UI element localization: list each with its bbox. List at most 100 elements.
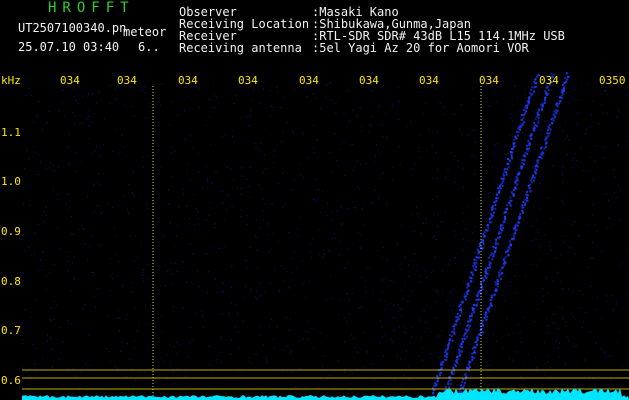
- noise-dot: [205, 219, 207, 221]
- noise-dot: [420, 336, 422, 338]
- noise-dot: [542, 300, 544, 302]
- noise-dot: [45, 214, 47, 216]
- echo-dot: [481, 247, 484, 250]
- noise-dot: [420, 281, 422, 283]
- noise-dot: [352, 201, 354, 203]
- noise-dot: [391, 341, 393, 343]
- noise-dot: [561, 200, 563, 202]
- echo-dot: [506, 207, 508, 210]
- noise-dot: [174, 382, 176, 384]
- noise-dot: [316, 139, 318, 141]
- noise-dot: [626, 248, 628, 250]
- noise-dot: [587, 224, 589, 226]
- echo-dot: [536, 161, 539, 164]
- noise-dot: [203, 385, 205, 387]
- noise-dot: [208, 345, 210, 347]
- echo-dot: [481, 331, 484, 334]
- noise-dot: [256, 290, 258, 292]
- noise-dot: [514, 85, 516, 87]
- noise-dot: [349, 90, 350, 92]
- noise-dot: [271, 319, 273, 321]
- noise-dot: [338, 254, 340, 256]
- noise-dot: [125, 106, 127, 107]
- echo-dot: [498, 273, 501, 276]
- noise-dot: [104, 118, 106, 120]
- noise-dot: [547, 325, 549, 327]
- noise-dot: [488, 105, 490, 107]
- noise-dot: [227, 194, 229, 196]
- noise-dot: [502, 295, 504, 297]
- noise-dot: [448, 319, 450, 321]
- noise-dot: [84, 243, 86, 245]
- echo-dot: [562, 83, 564, 86]
- spectrogram-plot[interactable]: 034 034 034 034 034 034 034 034 034 0350: [22, 72, 629, 400]
- noise-dot: [565, 321, 567, 323]
- noise-dot: [469, 330, 471, 332]
- noise-dot: [88, 115, 90, 117]
- noise-dot: [403, 374, 405, 376]
- echo-dot: [525, 144, 528, 147]
- echo-dot: [522, 201, 525, 204]
- noise-dot: [436, 239, 437, 241]
- echo-dot: [531, 92, 534, 95]
- echo-dot: [555, 102, 558, 105]
- noise-dot: [493, 153, 495, 154]
- noise-dot: [374, 190, 376, 191]
- echo-dot: [516, 221, 519, 224]
- noise-dot: [61, 101, 63, 103]
- noise-dot: [197, 218, 199, 219]
- noise-dot: [94, 306, 96, 308]
- noise-dot: [454, 155, 456, 157]
- noise-dot: [82, 122, 83, 124]
- noise-dot: [447, 310, 449, 312]
- noise-dot: [405, 327, 407, 329]
- noise-dot: [84, 304, 86, 306]
- noise-dot: [172, 306, 174, 308]
- noise-dot: [536, 367, 538, 369]
- noise-dot: [254, 143, 256, 145]
- noise-dot: [70, 290, 72, 292]
- noise-dot: [206, 292, 208, 294]
- noise-dot: [331, 171, 333, 173]
- noise-dot: [411, 290, 413, 292]
- type-label: meteor: [123, 25, 167, 39]
- noise-dot: [143, 280, 145, 282]
- noise-dot: [114, 228, 116, 230]
- noise-dot: [419, 319, 421, 321]
- echo-dot: [533, 176, 536, 179]
- noise-dot: [92, 92, 94, 94]
- echo-dot: [543, 99, 546, 102]
- echo-dot: [494, 246, 497, 249]
- noise-dot: [189, 243, 191, 245]
- echo-dot: [495, 288, 498, 291]
- noise-dot: [309, 252, 311, 254]
- noise-dot: [246, 224, 248, 226]
- noise-dot: [53, 319, 55, 320]
- noise-dot: [516, 351, 518, 353]
- time-tick-label: 034: [238, 74, 258, 87]
- echo-dot: [519, 128, 521, 131]
- noise-dot: [228, 313, 230, 315]
- noise-dot: [515, 117, 517, 119]
- noise-dot: [612, 309, 614, 311]
- noise-dot: [310, 257, 312, 259]
- noise-dot: [578, 99, 580, 101]
- noise-dot: [490, 240, 492, 241]
- echo-dot: [489, 253, 492, 256]
- filename-label: UT2507100340.pn: [18, 21, 127, 35]
- noise-dot: [320, 333, 322, 335]
- noise-dot: [82, 95, 84, 97]
- noise-dot: [210, 143, 212, 145]
- noise-dot: [463, 229, 465, 230]
- echo-dot: [463, 293, 466, 296]
- echo-dot: [478, 289, 481, 292]
- echo-dot: [469, 318, 472, 321]
- noise-dot: [558, 347, 560, 349]
- noise-dot: [155, 131, 156, 132]
- noise-dot: [272, 106, 274, 108]
- noise-dot: [401, 225, 403, 227]
- noise-dot: [160, 166, 162, 168]
- noise-dot: [476, 314, 478, 316]
- noise-dot: [259, 102, 261, 104]
- noise-dot: [371, 116, 373, 118]
